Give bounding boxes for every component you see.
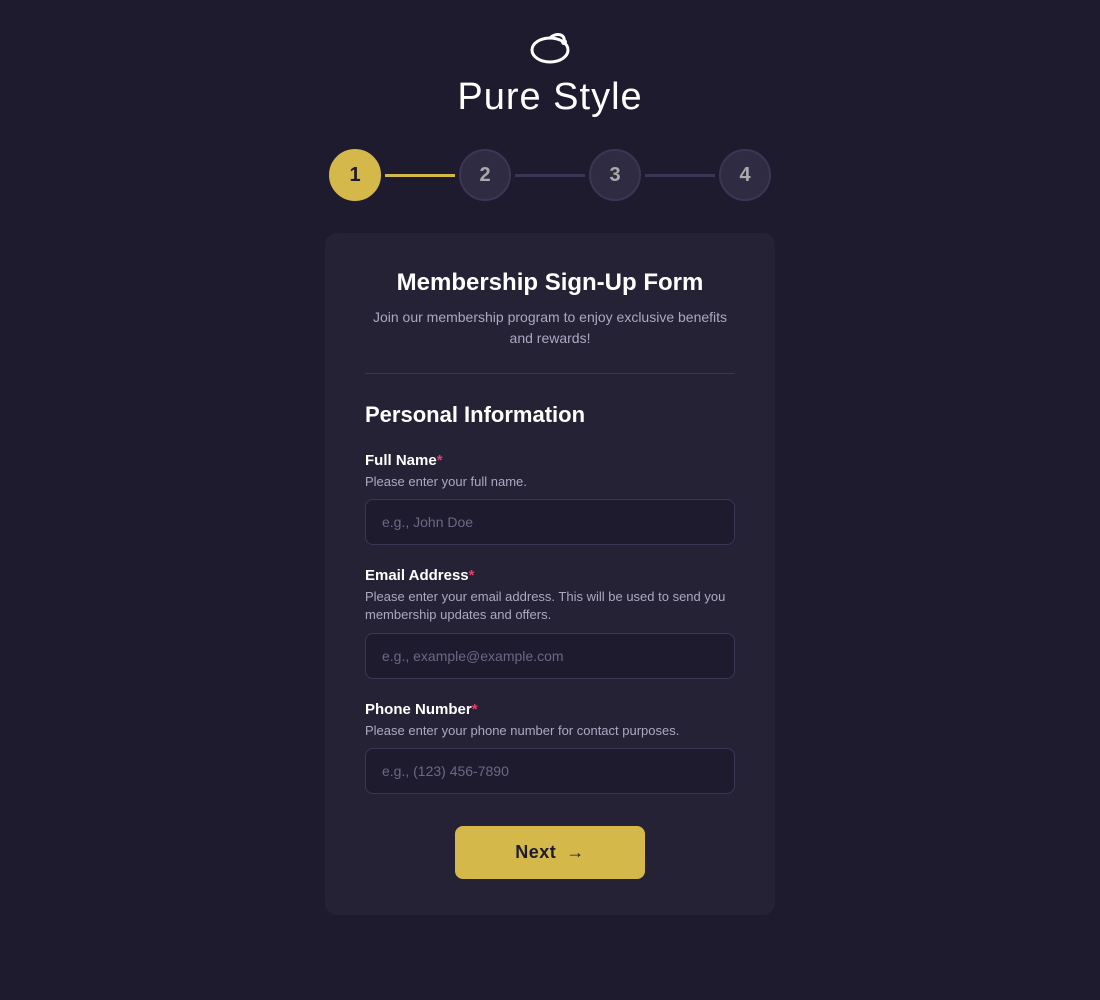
step-2[interactable]: 2: [459, 149, 511, 201]
next-label: Next: [515, 842, 556, 863]
form-card: Membership Sign-Up Form Join our members…: [325, 233, 775, 915]
step-1[interactable]: 1: [329, 149, 381, 201]
phone-description: Please enter your phone number for conta…: [365, 722, 735, 740]
form-title: Membership Sign-Up Form: [365, 269, 735, 297]
stepper: 1 2 3 4: [329, 149, 771, 201]
field-group-phone: Phone Number* Please enter your phone nu…: [365, 701, 735, 794]
logo-icon: [524, 28, 576, 70]
section-title: Personal Information: [365, 402, 735, 428]
brand-name: Pure Style: [457, 76, 642, 119]
next-button[interactable]: Next →: [455, 826, 645, 879]
field-group-full-name: Full Name* Please enter your full name.: [365, 452, 735, 545]
full-name-description: Please enter your full name.: [365, 473, 735, 491]
divider: [365, 373, 735, 374]
step-3[interactable]: 3: [589, 149, 641, 201]
next-button-wrapper: Next →: [365, 826, 735, 879]
full-name-label: Full Name*: [365, 452, 735, 469]
arrow-right-icon: →: [566, 842, 585, 863]
step-line-2: [515, 174, 585, 177]
step-line-1: [385, 174, 455, 177]
email-description: Please enter your email address. This wi…: [365, 588, 735, 624]
required-marker: *: [437, 452, 443, 469]
form-header: Membership Sign-Up Form Join our members…: [365, 269, 735, 349]
step-4[interactable]: 4: [719, 149, 771, 201]
form-subtitle: Join our membership program to enjoy exc…: [365, 307, 735, 349]
email-label: Email Address*: [365, 567, 735, 584]
phone-label: Phone Number*: [365, 701, 735, 718]
step-line-3: [645, 174, 715, 177]
header: Pure Style: [457, 28, 642, 119]
phone-input[interactable]: [365, 748, 735, 794]
email-input[interactable]: [365, 633, 735, 679]
required-marker: *: [472, 701, 478, 718]
required-marker: *: [469, 567, 475, 584]
full-name-input[interactable]: [365, 499, 735, 545]
field-group-email: Email Address* Please enter your email a…: [365, 567, 735, 678]
